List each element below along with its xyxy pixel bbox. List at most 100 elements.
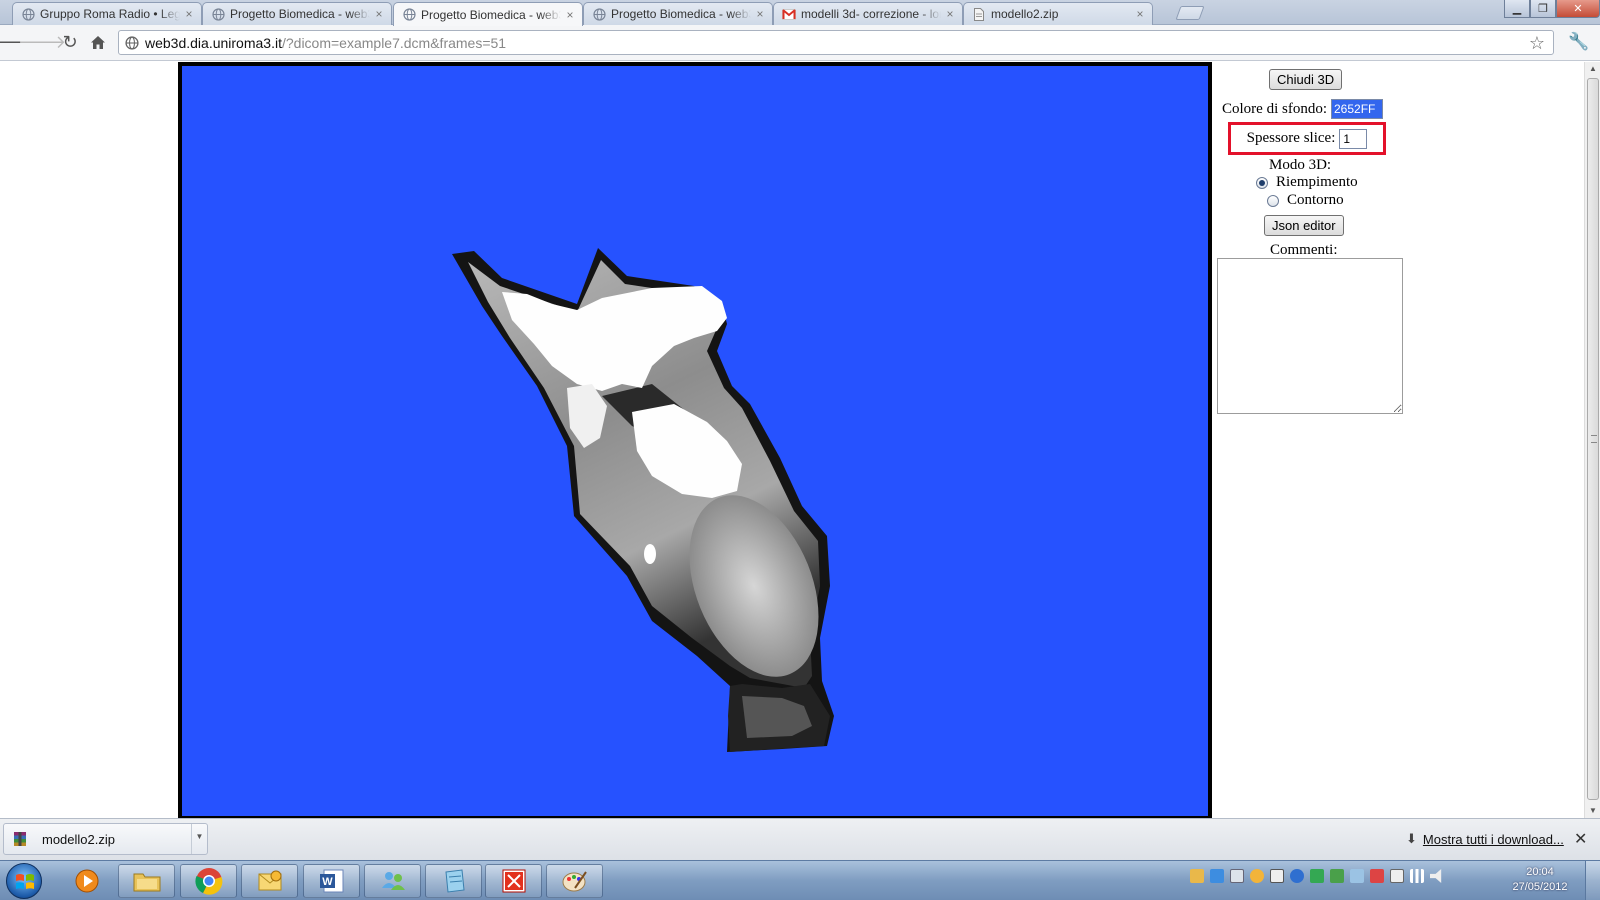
security-icon[interactable] xyxy=(1370,869,1384,883)
acrobat-icon[interactable] xyxy=(485,864,542,898)
excel-tray-icon[interactable] xyxy=(1330,869,1344,883)
tab-close-icon[interactable]: × xyxy=(183,8,195,20)
tab-close-icon[interactable]: × xyxy=(1134,8,1146,20)
mail-icon[interactable] xyxy=(1190,869,1204,883)
document-icon xyxy=(972,7,986,21)
clock-time: 20:04 xyxy=(1526,866,1554,878)
vertical-scrollbar[interactable]: ▲ ▼ xyxy=(1584,62,1600,818)
tab-strip: Gruppo Roma Radio • Legg × Progetto Biom… xyxy=(0,0,1600,26)
scroll-up-arrow-icon[interactable]: ▲ xyxy=(1585,62,1600,76)
word-icon[interactable]: W xyxy=(303,864,360,898)
download-arrow-icon: ⬇ xyxy=(1406,831,1417,846)
bluetooth-icon[interactable] xyxy=(1290,869,1304,883)
mode-3d-label: Modo 3D: xyxy=(1269,157,1332,173)
background-color-label: Colore di sfondo: xyxy=(1222,100,1327,117)
downloads-bar: modello2.zip ▼ ⬇ Mostra tutti i download… xyxy=(0,818,1600,860)
scroll-grip-icon xyxy=(1591,435,1597,443)
close-downloads-icon[interactable]: ✕ xyxy=(1574,829,1587,849)
window-controls: ▁ ❐ ✕ xyxy=(1504,0,1600,18)
window-close-button[interactable]: ✕ xyxy=(1556,0,1600,18)
archive-file-icon xyxy=(14,832,26,846)
mode-option-outline[interactable]: Contorno xyxy=(1267,192,1344,209)
tab-progetto-biomedica-1[interactable]: Progetto Biomedica - web3 × xyxy=(202,2,392,25)
bookmark-star-icon[interactable]: ☆ xyxy=(1529,33,1545,54)
outlook-icon[interactable] xyxy=(241,864,298,898)
restore-button[interactable]: ❐ xyxy=(1530,0,1556,18)
messenger-icon[interactable] xyxy=(364,864,421,898)
system-clock[interactable]: 20:04 27/05/2012 xyxy=(1508,865,1572,895)
wrench-menu-icon[interactable]: 🔧 xyxy=(1568,32,1589,52)
comments-label: Commenti: xyxy=(1270,242,1338,258)
tab-title: modelli 3d- correzione - lor xyxy=(801,7,941,21)
home-icon[interactable] xyxy=(87,31,109,53)
tab-title: Progetto Biomedica - web3 xyxy=(611,7,751,21)
url-path: /?dicom=example7.dcm&frames=51 xyxy=(281,34,507,51)
slice-thickness-highlight: Spessore slice: xyxy=(1228,122,1386,155)
scroll-thumb[interactable] xyxy=(1587,78,1599,800)
sync-icon[interactable] xyxy=(1310,869,1324,883)
tab-gmail[interactable]: modelli 3d- correzione - lor × xyxy=(773,2,963,25)
svg-text:W: W xyxy=(322,876,333,888)
background-color-row: Colore di sfondo: xyxy=(1222,99,1383,119)
page-info-globe-icon[interactable] xyxy=(125,35,139,50)
background-color-input[interactable] xyxy=(1331,99,1383,119)
tab-title: Progetto Biomedica - web3 xyxy=(230,7,370,21)
comments-textarea[interactable] xyxy=(1217,258,1403,414)
file-explorer-icon[interactable] xyxy=(118,864,175,898)
show-all-downloads[interactable]: ⬇ Mostra tutti i download... xyxy=(1406,831,1564,847)
clock-date: 27/05/2012 xyxy=(1512,881,1568,893)
radio-button-checked[interactable] xyxy=(1256,176,1268,189)
mode-option-label: Riempimento xyxy=(1276,174,1358,190)
download-file-name: modello2.zip xyxy=(42,831,115,847)
mode-option-label: Contorno xyxy=(1287,192,1344,208)
scroll-down-arrow-icon[interactable]: ▼ xyxy=(1585,804,1600,818)
mode-option-fill[interactable]: Riempimento xyxy=(1256,174,1358,191)
address-bar[interactable]: web3d.dia.uniroma3.it/?dicom=example7.dc… xyxy=(118,30,1554,55)
usb-icon[interactable] xyxy=(1230,869,1244,883)
tab-close-icon[interactable]: × xyxy=(754,8,766,20)
action-center-flag-icon[interactable] xyxy=(1390,869,1404,883)
outlook-tray-icon[interactable] xyxy=(1250,869,1264,883)
new-tab-button[interactable] xyxy=(1175,6,1205,20)
tab-progetto-biomedica-3[interactable]: Progetto Biomedica - web3 × xyxy=(583,2,773,25)
reload-icon[interactable]: ↻ xyxy=(59,31,81,53)
minimize-button[interactable]: ▁ xyxy=(1504,0,1530,18)
close-3d-button[interactable]: Chiudi 3D xyxy=(1269,69,1343,90)
globe-icon xyxy=(402,8,416,22)
download-item[interactable]: modello2.zip ▼ xyxy=(3,823,208,855)
slice-thickness-input[interactable] xyxy=(1339,128,1368,149)
3d-viewer-canvas[interactable] xyxy=(178,62,1212,818)
radio-button[interactable] xyxy=(1267,194,1279,207)
3d-heart-model xyxy=(452,248,834,752)
network-share-icon[interactable] xyxy=(1350,869,1364,883)
globe-icon xyxy=(21,7,35,21)
chevron-down-icon[interactable]: ▼ xyxy=(191,824,207,854)
signal-bars-icon[interactable] xyxy=(1410,869,1424,883)
notepad-icon[interactable] xyxy=(425,864,482,898)
page-content: Chiudi 3D Colore di sfondo: Spessore sli… xyxy=(0,62,1584,818)
printer-icon[interactable] xyxy=(1270,869,1284,883)
windows-logo-icon xyxy=(16,874,34,889)
paint-icon[interactable] xyxy=(546,864,603,898)
show-all-downloads-link[interactable]: Mostra tutti i download... xyxy=(1423,832,1564,847)
tab-close-icon[interactable]: × xyxy=(944,8,956,20)
tab-close-icon[interactable]: × xyxy=(564,9,576,21)
json-editor-button[interactable]: Json editor xyxy=(1264,215,1344,236)
chrome-icon[interactable] xyxy=(180,864,237,898)
slice-thickness-label: Spessore slice: xyxy=(1246,130,1336,146)
windows-flag-icon[interactable] xyxy=(1210,869,1224,883)
globe-icon xyxy=(211,7,225,21)
volume-icon[interactable] xyxy=(1430,869,1442,883)
tab-modello-zip[interactable]: modello2.zip × xyxy=(963,2,1153,25)
browser-toolbar: 🡐 🡒 ↻ web3d.dia.uniroma3.it/?dicom=examp… xyxy=(0,25,1600,61)
forward-arrow-icon[interactable]: 🡒 xyxy=(18,31,66,53)
tab-title: Gruppo Roma Radio • Legg xyxy=(40,7,180,21)
globe-icon xyxy=(592,7,606,21)
tab-close-icon[interactable]: × xyxy=(373,8,385,20)
tab-progetto-biomedica-active[interactable]: Progetto Biomedica - web3 × xyxy=(393,2,583,26)
show-desktop-button[interactable] xyxy=(1585,861,1600,900)
system-tray xyxy=(1190,869,1444,883)
media-player-icon[interactable] xyxy=(58,864,115,898)
start-button[interactable] xyxy=(6,863,42,899)
tab-gruppo-roma-radio[interactable]: Gruppo Roma Radio • Legg × xyxy=(12,2,202,25)
